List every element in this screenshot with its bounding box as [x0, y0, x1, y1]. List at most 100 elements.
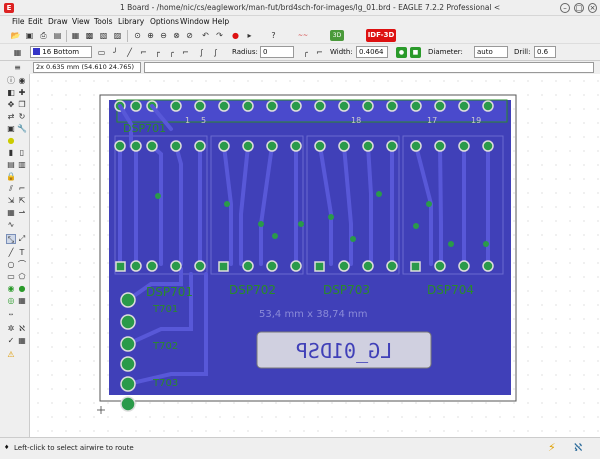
- ratsnest-icon[interactable]: ✲: [6, 324, 16, 334]
- wire-bend-0-icon[interactable]: ▭: [96, 47, 107, 58]
- value-icon[interactable]: ▥: [17, 160, 27, 170]
- optimize-icon[interactable]: ⇱: [17, 196, 27, 206]
- ulp-icon[interactable]: ▨: [112, 30, 123, 41]
- 3d-badge-icon[interactable]: 3D: [330, 30, 344, 41]
- copy-icon[interactable]: ❐: [17, 100, 27, 110]
- name-icon[interactable]: ▤: [6, 160, 16, 170]
- maximize-icon[interactable]: □: [574, 3, 584, 13]
- idf-3d-button[interactable]: IDF-3D: [366, 29, 396, 42]
- autorouter-icon[interactable]: ℵ: [17, 324, 27, 334]
- zoom-in-icon[interactable]: ⊕: [145, 30, 156, 41]
- zoom-select-icon[interactable]: ⊘: [184, 30, 195, 41]
- delete-icon[interactable]: ▮: [6, 148, 16, 158]
- group-icon[interactable]: ▣: [6, 124, 16, 134]
- wire-bend-7-icon[interactable]: ∫: [196, 47, 207, 58]
- zoom-redraw-icon[interactable]: ⊗: [171, 30, 182, 41]
- rotate-icon[interactable]: ↻: [17, 112, 27, 122]
- menu-view[interactable]: View: [72, 17, 90, 26]
- split-icon[interactable]: ⇲: [6, 196, 16, 206]
- cam-icon[interactable]: ▤: [52, 30, 63, 41]
- diameter-field[interactable]: auto: [474, 46, 508, 58]
- print-icon[interactable]: ⎙: [38, 30, 49, 41]
- polygon-icon[interactable]: ⬠: [17, 272, 27, 282]
- minimize-icon[interactable]: –: [560, 3, 570, 13]
- show-icon[interactable]: ◉: [17, 76, 27, 86]
- errors-icon[interactable]: ⚠: [6, 350, 16, 360]
- menu-edit[interactable]: Edit: [28, 17, 43, 26]
- menu-window[interactable]: Window: [180, 17, 210, 26]
- signal-icon[interactable]: ●: [17, 284, 27, 294]
- change-icon[interactable]: 🔧: [17, 124, 27, 134]
- layer-select[interactable]: 16 Bottom: [30, 46, 92, 58]
- command-input[interactable]: [144, 62, 594, 73]
- rect-icon[interactable]: ▭: [6, 272, 16, 282]
- menu-file[interactable]: File: [12, 17, 25, 26]
- mirror-icon[interactable]: ⇄: [6, 112, 16, 122]
- via-round-icon[interactable]: ●: [396, 47, 407, 58]
- add-icon[interactable]: ▯: [17, 148, 27, 158]
- replace-icon[interactable]: ▦: [6, 208, 16, 218]
- lock-icon[interactable]: 🔒: [6, 172, 16, 182]
- via-icon[interactable]: ◉: [6, 284, 16, 294]
- meander2-icon[interactable]: ∿: [6, 220, 16, 230]
- layer-select-value: 16 Bottom: [42, 48, 80, 56]
- open-icon[interactable]: 📂: [10, 30, 21, 41]
- text-icon[interactable]: T: [17, 248, 27, 258]
- redo-icon[interactable]: ↷: [214, 30, 225, 41]
- round-corner-icon[interactable]: ╭: [300, 47, 311, 58]
- close-icon[interactable]: ×: [588, 3, 597, 13]
- script-icon[interactable]: ▧: [98, 30, 109, 41]
- smash-icon[interactable]: ⫽: [6, 184, 16, 194]
- command-history-icon[interactable]: ≡: [12, 62, 23, 73]
- hole-icon[interactable]: ◎: [6, 296, 16, 306]
- menu-options[interactable]: Options: [150, 17, 179, 26]
- wire-bend-2-icon[interactable]: ╱: [124, 47, 135, 58]
- menu-tools[interactable]: Tools: [94, 17, 112, 26]
- display-icon[interactable]: ◧: [6, 88, 16, 98]
- straight-corner-icon[interactable]: ⌐: [314, 47, 325, 58]
- eagle-logo-icon[interactable]: ~~: [292, 30, 314, 41]
- arc-icon[interactable]: ⌒: [17, 260, 27, 270]
- board-canvas[interactable]: DSP701 DSP701 DSP702 DSP703 DSP704 T702 …: [31, 74, 600, 437]
- wire-icon[interactable]: ╱: [6, 248, 16, 258]
- via-square-icon[interactable]: ■: [410, 47, 421, 58]
- route-icon[interactable]: ⤡: [6, 234, 16, 244]
- attribute-icon[interactable]: ▦: [17, 296, 27, 306]
- dimension-icon[interactable]: ↔: [6, 310, 16, 320]
- move-icon[interactable]: ✥: [6, 100, 16, 110]
- mark-icon[interactable]: ✚: [17, 88, 27, 98]
- wire-bend-5-icon[interactable]: ╭: [166, 47, 177, 58]
- drc-icon[interactable]: ✓: [6, 336, 16, 346]
- menu-library[interactable]: Library: [118, 17, 144, 26]
- radius-field[interactable]: 0: [260, 46, 294, 58]
- ripup-icon[interactable]: ⤢: [17, 234, 27, 244]
- zoom-fit-icon[interactable]: ⊙: [132, 30, 143, 41]
- drill-field[interactable]: 0.6: [534, 46, 556, 58]
- wire-bend-4-icon[interactable]: ┌: [152, 47, 163, 58]
- schematic-icon[interactable]: ▦: [70, 30, 81, 41]
- info-icon[interactable]: ⓘ: [6, 76, 16, 86]
- zoom-out-icon[interactable]: ⊖: [158, 30, 169, 41]
- width-field[interactable]: 0.4064: [356, 46, 388, 58]
- status-bar: ♦ Left-click to select airwire to route …: [0, 437, 600, 459]
- wire-bend-1-icon[interactable]: ╯: [110, 47, 121, 58]
- wire-bend-3-icon[interactable]: ⌐: [138, 47, 149, 58]
- menu-draw[interactable]: Draw: [48, 17, 68, 26]
- menu-help[interactable]: Help: [212, 17, 229, 26]
- erc-icon[interactable]: ▦: [17, 336, 27, 346]
- save-icon[interactable]: ▣: [24, 30, 35, 41]
- meander-icon[interactable]: ⇀: [17, 208, 27, 218]
- undo-icon[interactable]: ↶: [200, 30, 211, 41]
- stop-icon[interactable]: ●: [230, 30, 241, 41]
- go-icon[interactable]: ▸: [244, 30, 255, 41]
- paste-icon[interactable]: ●: [6, 136, 16, 146]
- lightning-icon[interactable]: ⚡: [548, 441, 556, 454]
- help-icon[interactable]: ?: [268, 30, 279, 41]
- miter-icon[interactable]: ⌐: [17, 184, 27, 194]
- wire-bend-8-icon[interactable]: ∫: [210, 47, 221, 58]
- autorouter-status-icon[interactable]: ℵ: [574, 441, 582, 454]
- wire-bend-6-icon[interactable]: ⌐: [180, 47, 191, 58]
- circle-icon[interactable]: ○: [6, 260, 16, 270]
- grid-icon[interactable]: ▦: [12, 47, 23, 58]
- board-icon[interactable]: ▩: [84, 30, 95, 41]
